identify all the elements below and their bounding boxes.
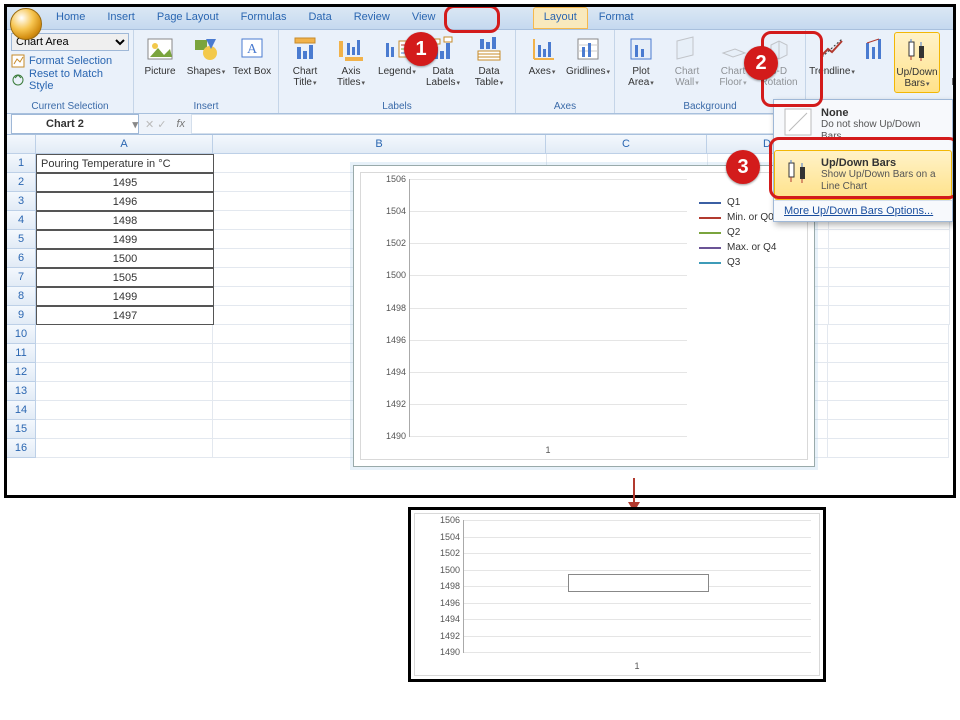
none-icon: [783, 107, 813, 137]
picture-button[interactable]: Picture: [138, 32, 182, 79]
tab-data[interactable]: Data: [297, 7, 342, 29]
tab-insert[interactable]: Insert: [96, 7, 146, 29]
axis-titles-icon: [336, 34, 366, 64]
plot-area-button[interactable]: Plot Area: [619, 32, 663, 91]
chart-title-icon: [290, 34, 320, 64]
chart-wall-icon: [672, 34, 702, 64]
dropdown-item-updown[interactable]: Up/Down BarsShow Up/Down Bars on a Line …: [774, 150, 952, 200]
dropdown-item-none[interactable]: NoneDo not show Up/Down Bars: [774, 100, 952, 150]
result-chart-window: 149014921494149614981500150215041506 1: [408, 507, 826, 682]
ribbon-tabs: Home Insert Page Layout Formulas Data Re…: [7, 7, 953, 30]
tab-view[interactable]: View: [401, 7, 447, 29]
axis-titles-button[interactable]: Axis Titles: [329, 32, 373, 91]
trendline-icon: [817, 34, 847, 64]
group-labels: Chart Title Axis Titles Legend Data Labe…: [279, 30, 516, 113]
updown-bars-dropdown: NoneDo not show Up/Down Bars Up/Down Bar…: [773, 99, 953, 222]
tab-formulas[interactable]: Formulas: [230, 7, 298, 29]
badge-1: 1: [404, 32, 438, 66]
chart-plot-area: 149014921494149614981500150215041506: [409, 179, 687, 437]
badge-3: 3: [726, 150, 760, 184]
group-label-selection: Current Selection: [11, 101, 129, 113]
shapes-icon: [191, 34, 221, 64]
group-label-axes: Axes: [520, 101, 610, 113]
gridlines-button[interactable]: Gridlines: [566, 32, 610, 80]
lines-icon: [859, 34, 889, 64]
lines-button[interactable]: Lines: [856, 32, 892, 80]
format-selection-icon: [11, 54, 25, 68]
svg-text:A: A: [247, 42, 258, 57]
trendline-button[interactable]: Trendline: [810, 32, 854, 80]
picture-icon: [145, 34, 175, 64]
reset-style-icon: [11, 73, 25, 87]
updown-bars-button[interactable]: Up/Down Bars: [894, 32, 940, 93]
badge-2: 2: [744, 46, 778, 80]
group-axes: Axes Gridlines Axes: [516, 30, 615, 113]
dropdown-more-options[interactable]: More Up/Down Bars Options...: [774, 200, 952, 221]
chart-title-button[interactable]: Chart Title: [283, 32, 327, 91]
reset-style-label: Reset to Match Style: [29, 68, 129, 92]
textbox-icon: A: [237, 34, 267, 64]
updown-bars-icon: [902, 35, 932, 65]
col-A[interactable]: A: [36, 135, 213, 153]
result-plot-area: 149014921494149614981500150215041506: [463, 520, 811, 653]
gridlines-icon: [573, 34, 603, 64]
col-C[interactable]: C: [546, 135, 707, 153]
axes-button[interactable]: Axes: [520, 32, 564, 80]
shapes-button[interactable]: Shapes: [184, 32, 228, 80]
fx-icon: fx: [171, 118, 192, 130]
tab-layout[interactable]: Layout: [533, 7, 588, 29]
reset-style-button[interactable]: Reset to Match Style: [11, 70, 129, 89]
axes-icon: [527, 34, 557, 64]
group-insert: Picture Shapes AText Box Insert: [134, 30, 279, 113]
excel-main-window: Home Insert Page Layout Formulas Data Re…: [4, 4, 956, 498]
tab-format[interactable]: Format: [588, 7, 645, 29]
plot-area-icon: [626, 34, 656, 64]
col-B[interactable]: B: [213, 135, 546, 153]
name-box[interactable]: Chart 2▾: [11, 114, 139, 134]
format-selection-label: Format Selection: [29, 55, 112, 67]
group-current-selection: Chart Area Format Selection Reset to Mat…: [7, 30, 134, 113]
data-table-icon: [474, 34, 504, 64]
chart-x-label: 1: [409, 445, 687, 455]
textbox-button[interactable]: AText Box: [230, 32, 274, 79]
data-table-button[interactable]: Data Table: [467, 32, 511, 91]
chart-wall-button: Chart Wall: [665, 32, 709, 91]
office-button[interactable]: [10, 8, 42, 40]
result-x-label: 1: [463, 661, 811, 671]
group-label-labels: Labels: [283, 101, 511, 113]
embedded-chart[interactable]: 149014921494149614981500150215041506 Q1M…: [353, 165, 815, 467]
tab-page-layout[interactable]: Page Layout: [146, 7, 230, 29]
group-label-insert: Insert: [138, 101, 274, 113]
error-bars-button[interactable]: Error Bars: [942, 32, 956, 91]
updown-option-icon: [783, 157, 813, 187]
error-bars-icon: [949, 34, 956, 64]
tab-home[interactable]: Home: [45, 7, 96, 29]
tab-review[interactable]: Review: [343, 7, 401, 29]
